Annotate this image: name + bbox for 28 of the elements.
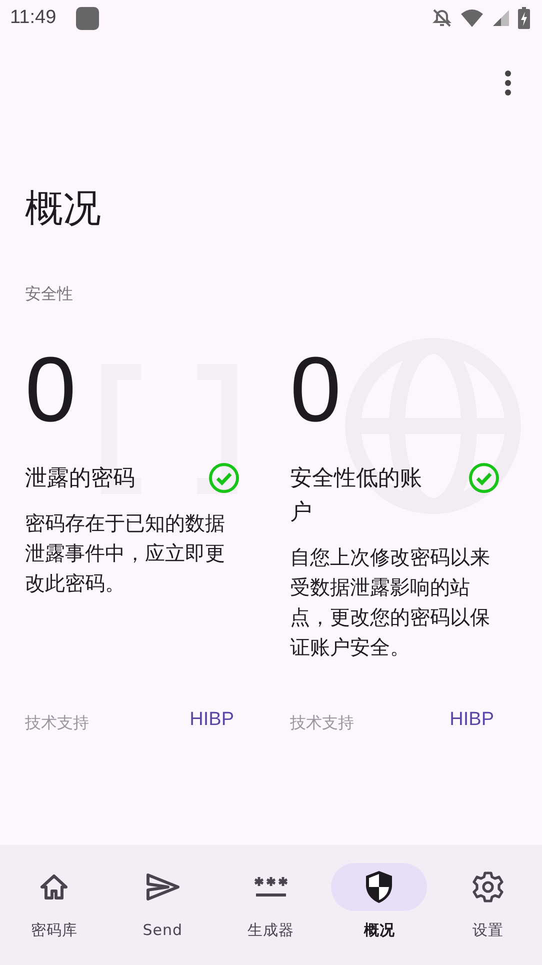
page-title: 概况 <box>25 185 102 232</box>
count-value: 0 <box>25 344 76 436</box>
nav-item[interactable]: 生成器 <box>220 863 321 940</box>
powered-by-label: 技术支持 <box>25 713 89 734</box>
nav-item[interactable]: Send <box>112 863 213 939</box>
nav-item[interactable]: 密码库 <box>4 863 104 940</box>
nav-item[interactable]: 设置 <box>438 863 538 940</box>
battery-icon <box>518 7 530 29</box>
hibp-link[interactable]: HIBP <box>450 708 500 730</box>
hibp-link[interactable]: HIBP <box>190 708 240 730</box>
card-description: 自您上次修改密码以来受数据泄露影响的站点，更改您的密码以保证账户安全。 <box>290 544 491 661</box>
count-value: 0 <box>290 344 342 436</box>
section-label: 安全性 <box>25 283 74 305</box>
wifi-icon <box>460 8 484 28</box>
card-description: 密码存在于已知的数据泄露事件中，应立即更改此密码。 <box>25 510 226 597</box>
send-icon <box>146 873 180 901</box>
notification-icon <box>76 6 100 30</box>
powered-by-label: 技术支持 <box>290 713 354 734</box>
card-title: 泄露的密码 <box>25 465 136 493</box>
home-icon <box>39 873 70 901</box>
bell-off-icon <box>432 8 452 28</box>
shield-icon <box>365 870 394 904</box>
signal-icon <box>492 9 510 27</box>
status-time: 11:49 <box>10 7 56 29</box>
more-options-icon[interactable] <box>504 70 512 96</box>
card-title: 安全性低的账户 <box>290 465 423 527</box>
settings-icon <box>472 871 504 903</box>
password-generator-icon <box>254 875 288 899</box>
